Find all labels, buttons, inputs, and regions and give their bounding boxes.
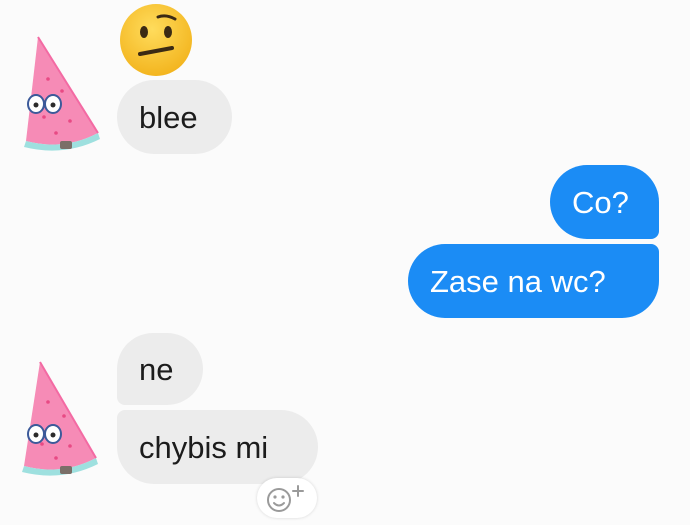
message-text: chybis mi (139, 429, 269, 465)
message-text: Co? (572, 184, 629, 220)
add-reaction-button[interactable] (257, 478, 317, 518)
message-text: Zase na wc? (430, 263, 606, 299)
message-text: blee (139, 99, 198, 135)
confused-face-emoji-icon (120, 4, 192, 76)
message-bubble-incoming[interactable]: ne (117, 333, 203, 405)
chat-thread: blee Co? Zase na wc? ne chybis mi (0, 0, 690, 525)
watermelon-avatar-icon[interactable] (16, 358, 98, 476)
message-bubble-outgoing[interactable]: Co? (550, 165, 659, 239)
message-bubble-incoming[interactable]: chybis mi (117, 410, 318, 484)
message-text: ne (139, 351, 174, 387)
smiley-plus-icon (267, 485, 304, 512)
message-bubble-incoming[interactable]: blee (117, 80, 232, 154)
watermelon-avatar-icon[interactable] (18, 33, 100, 151)
message-bubble-outgoing[interactable]: Zase na wc? (408, 244, 659, 318)
